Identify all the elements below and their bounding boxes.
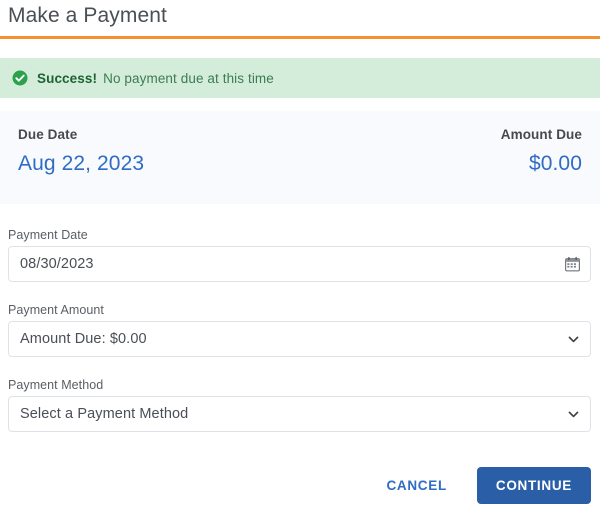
payment-method-value: Select a Payment Method (20, 406, 189, 422)
calendar-icon[interactable] (565, 257, 580, 272)
continue-button[interactable]: CONTINUE (476, 467, 591, 504)
payment-date-label: Payment Date (8, 228, 88, 242)
form-actions: CANCEL CONTINUE (368, 467, 591, 504)
payment-method-label: Payment Method (8, 378, 104, 392)
alert-message: No payment due at this time (103, 70, 274, 86)
payment-date-input[interactable]: 08/30/2023 (8, 246, 591, 282)
amount-due-label: Amount Due (500, 127, 582, 142)
alert-strong-text: Success! (37, 70, 98, 86)
payment-amount-label: Payment Amount (8, 303, 104, 317)
payment-date-field: Payment Date 08/30/2023 (8, 227, 591, 282)
due-date-value: Aug 22, 2023 (18, 152, 145, 175)
cancel-button[interactable]: CANCEL (368, 468, 464, 503)
payment-amount-value: Amount Due: $0.00 (20, 331, 147, 347)
payment-date-value: 08/30/2023 (20, 256, 94, 272)
payment-amount-select[interactable]: Amount Due: $0.00 (8, 321, 591, 357)
summary-values-row: Aug 22, 2023 $0.00 (18, 152, 582, 176)
due-date-label: Due Date (18, 127, 78, 142)
chevron-down-icon[interactable] (567, 408, 580, 421)
check-circle-icon (12, 70, 28, 86)
make-a-payment-page: Make a Payment Success! No payment due a… (0, 0, 600, 513)
payment-amount-field: Payment Amount Amount Due: $0.00 (8, 302, 591, 357)
page-title: Make a Payment (8, 4, 167, 27)
summary-labels-row: Due Date Amount Due (18, 127, 582, 142)
chevron-down-icon[interactable] (567, 333, 580, 346)
payment-method-field: Payment Method Select a Payment Method (8, 377, 591, 432)
title-divider (0, 36, 600, 39)
payment-method-select[interactable]: Select a Payment Method (8, 396, 591, 432)
success-alert: Success! No payment due at this time (0, 58, 600, 98)
amount-due-value: $0.00 (528, 152, 582, 175)
payment-summary-panel: Due Date Amount Due Aug 22, 2023 $0.00 (0, 111, 600, 204)
